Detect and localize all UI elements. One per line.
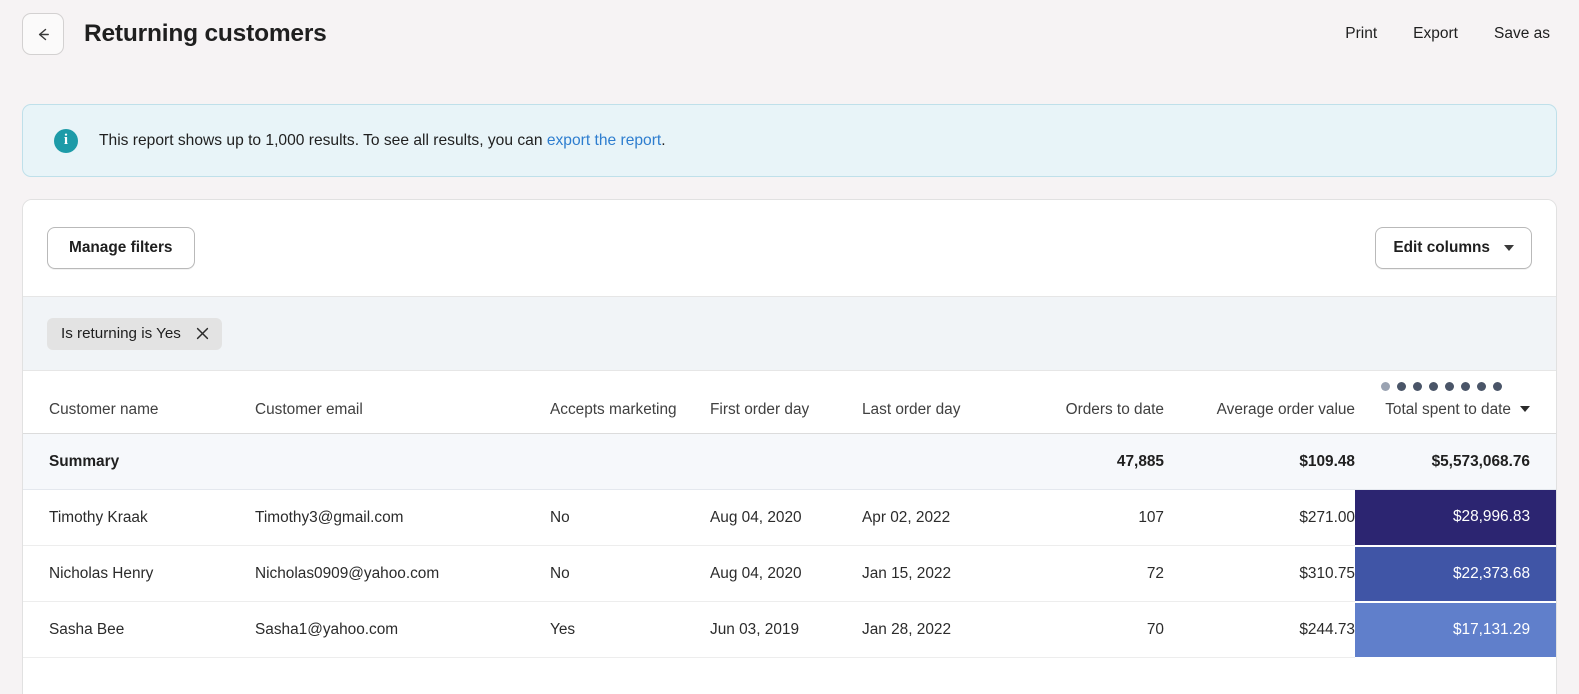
pagination-dot[interactable] [1461,382,1470,391]
cell-customer-email: Sasha1@yahoo.com [255,601,550,658]
pagination-dot[interactable] [1445,382,1454,391]
cell-average-order-value: $271.00 [1164,489,1355,546]
info-banner: i This report shows up to 1,000 results.… [22,104,1557,177]
card-toolbar: Manage filters Edit columns [23,200,1556,297]
cell-average-order-value: $244.73 [1164,601,1355,658]
info-banner-text-after: . [661,131,666,149]
column-header-first-order-day[interactable]: First order day [710,371,862,434]
pagination-dot[interactable] [1429,382,1438,391]
column-header-total-spent-to-date[interactable]: Total spent to date [1355,371,1556,434]
column-header-customer-name[interactable]: Customer name [23,371,255,434]
summary-total-spent-to-date: $5,573,068.76 [1355,433,1556,490]
arrow-left-icon [34,25,53,44]
summary-average-order-value: $109.48 [1164,433,1355,490]
page-header: Returning customers Print Export Save as [0,0,1579,68]
summary-label: Summary [23,433,255,490]
cell-accepts-marketing: No [550,489,710,546]
summary-first-order-day [710,433,862,490]
cell-customer-name: Nicholas Henry [23,545,255,602]
filter-chip-bar: Is returning is Yes [23,297,1556,371]
filter-chip-is-returning[interactable]: Is returning is Yes [47,317,222,350]
column-header-total-spent-label: Total spent to date [1385,401,1511,418]
table-row[interactable]: Nicholas Henry Nicholas0909@yahoo.com No… [23,545,1556,603]
cell-average-order-value: $310.75 [1164,545,1355,602]
column-header-accepts-marketing[interactable]: Accepts marketing [550,371,710,434]
summary-orders-to-date: 47,885 [1014,433,1164,490]
column-header-customer-email[interactable]: Customer email [255,371,550,434]
cell-accepts-marketing: No [550,545,710,602]
cell-customer-name: Timothy Kraak [23,489,255,546]
save-as-button[interactable]: Save as [1492,21,1552,47]
cell-last-order-day: Jan 15, 2022 [862,545,1014,602]
page-title: Returning customers [84,20,327,47]
edit-columns-button[interactable]: Edit columns [1375,227,1532,269]
column-pagination-dots[interactable] [1381,382,1502,391]
column-header-last-order-day[interactable]: Last order day [862,371,1014,434]
export-button[interactable]: Export [1411,21,1460,47]
pagination-dot[interactable] [1413,382,1422,391]
pagination-dot[interactable] [1397,382,1406,391]
header-actions: Print Export Save as [1343,21,1552,47]
cell-total-spent-to-date: $28,996.83 [1355,489,1556,547]
filter-chip-label: Is returning is Yes [61,325,181,342]
cell-customer-name: Sasha Bee [23,601,255,658]
column-header-average-order-value[interactable]: Average order value [1164,371,1355,434]
export-the-report-link[interactable]: export the report [547,132,661,149]
cell-last-order-day: Apr 02, 2022 [862,489,1014,546]
print-button[interactable]: Print [1343,21,1379,47]
cell-customer-email: Nicholas0909@yahoo.com [255,545,550,602]
close-icon[interactable] [195,326,211,342]
pagination-dot[interactable] [1381,382,1390,391]
table-header: Customer name Customer email Accepts mar… [23,371,1556,434]
table-row[interactable]: Timothy Kraak Timothy3@gmail.com No Aug … [23,489,1556,547]
summary-customer-email [255,433,550,490]
cell-total-spent-to-date: $17,131.29 [1355,601,1556,659]
summary-accepts-marketing [550,433,710,490]
table-row[interactable]: Sasha Bee Sasha1@yahoo.com Yes Jun 03, 2… [23,601,1556,659]
cell-customer-email: Timothy3@gmail.com [255,489,550,546]
report-page: Returning customers Print Export Save as… [0,0,1579,694]
cell-accepts-marketing: Yes [550,601,710,658]
back-button[interactable] [22,13,64,55]
info-banner-text: This report shows up to 1,000 results. T… [99,132,666,150]
summary-row: Summary 47,885 $109.48 $5,573,068.76 [23,433,1556,490]
table-body: Summary 47,885 $109.48 $5,573,068.76 Tim… [23,433,1556,659]
info-icon: i [54,128,78,153]
report-table-wrapper: Customer name Customer email Accepts mar… [23,371,1556,659]
cell-first-order-day: Aug 04, 2020 [710,489,862,546]
edit-columns-label: Edit columns [1393,239,1490,256]
manage-filters-button[interactable]: Manage filters [47,227,195,269]
pagination-dot[interactable] [1493,382,1502,391]
pagination-dot[interactable] [1477,382,1486,391]
cell-last-order-day: Jan 28, 2022 [862,601,1014,658]
table-header-row: Customer name Customer email Accepts mar… [23,371,1556,434]
report-card: Manage filters Edit columns Is returning… [22,199,1557,694]
info-banner-text-before: This report shows up to 1,000 results. T… [99,131,547,149]
cell-orders-to-date: 107 [1014,489,1164,546]
chevron-down-icon [1504,245,1514,251]
cell-orders-to-date: 72 [1014,545,1164,602]
cell-total-spent-to-date: $22,373.68 [1355,545,1556,603]
column-header-orders-to-date[interactable]: Orders to date [1014,371,1164,434]
cell-orders-to-date: 70 [1014,601,1164,658]
sort-desc-icon [1520,406,1530,412]
summary-last-order-day [862,433,1014,490]
cell-first-order-day: Aug 04, 2020 [710,545,862,602]
report-table: Customer name Customer email Accepts mar… [23,371,1556,659]
cell-first-order-day: Jun 03, 2019 [710,601,862,658]
